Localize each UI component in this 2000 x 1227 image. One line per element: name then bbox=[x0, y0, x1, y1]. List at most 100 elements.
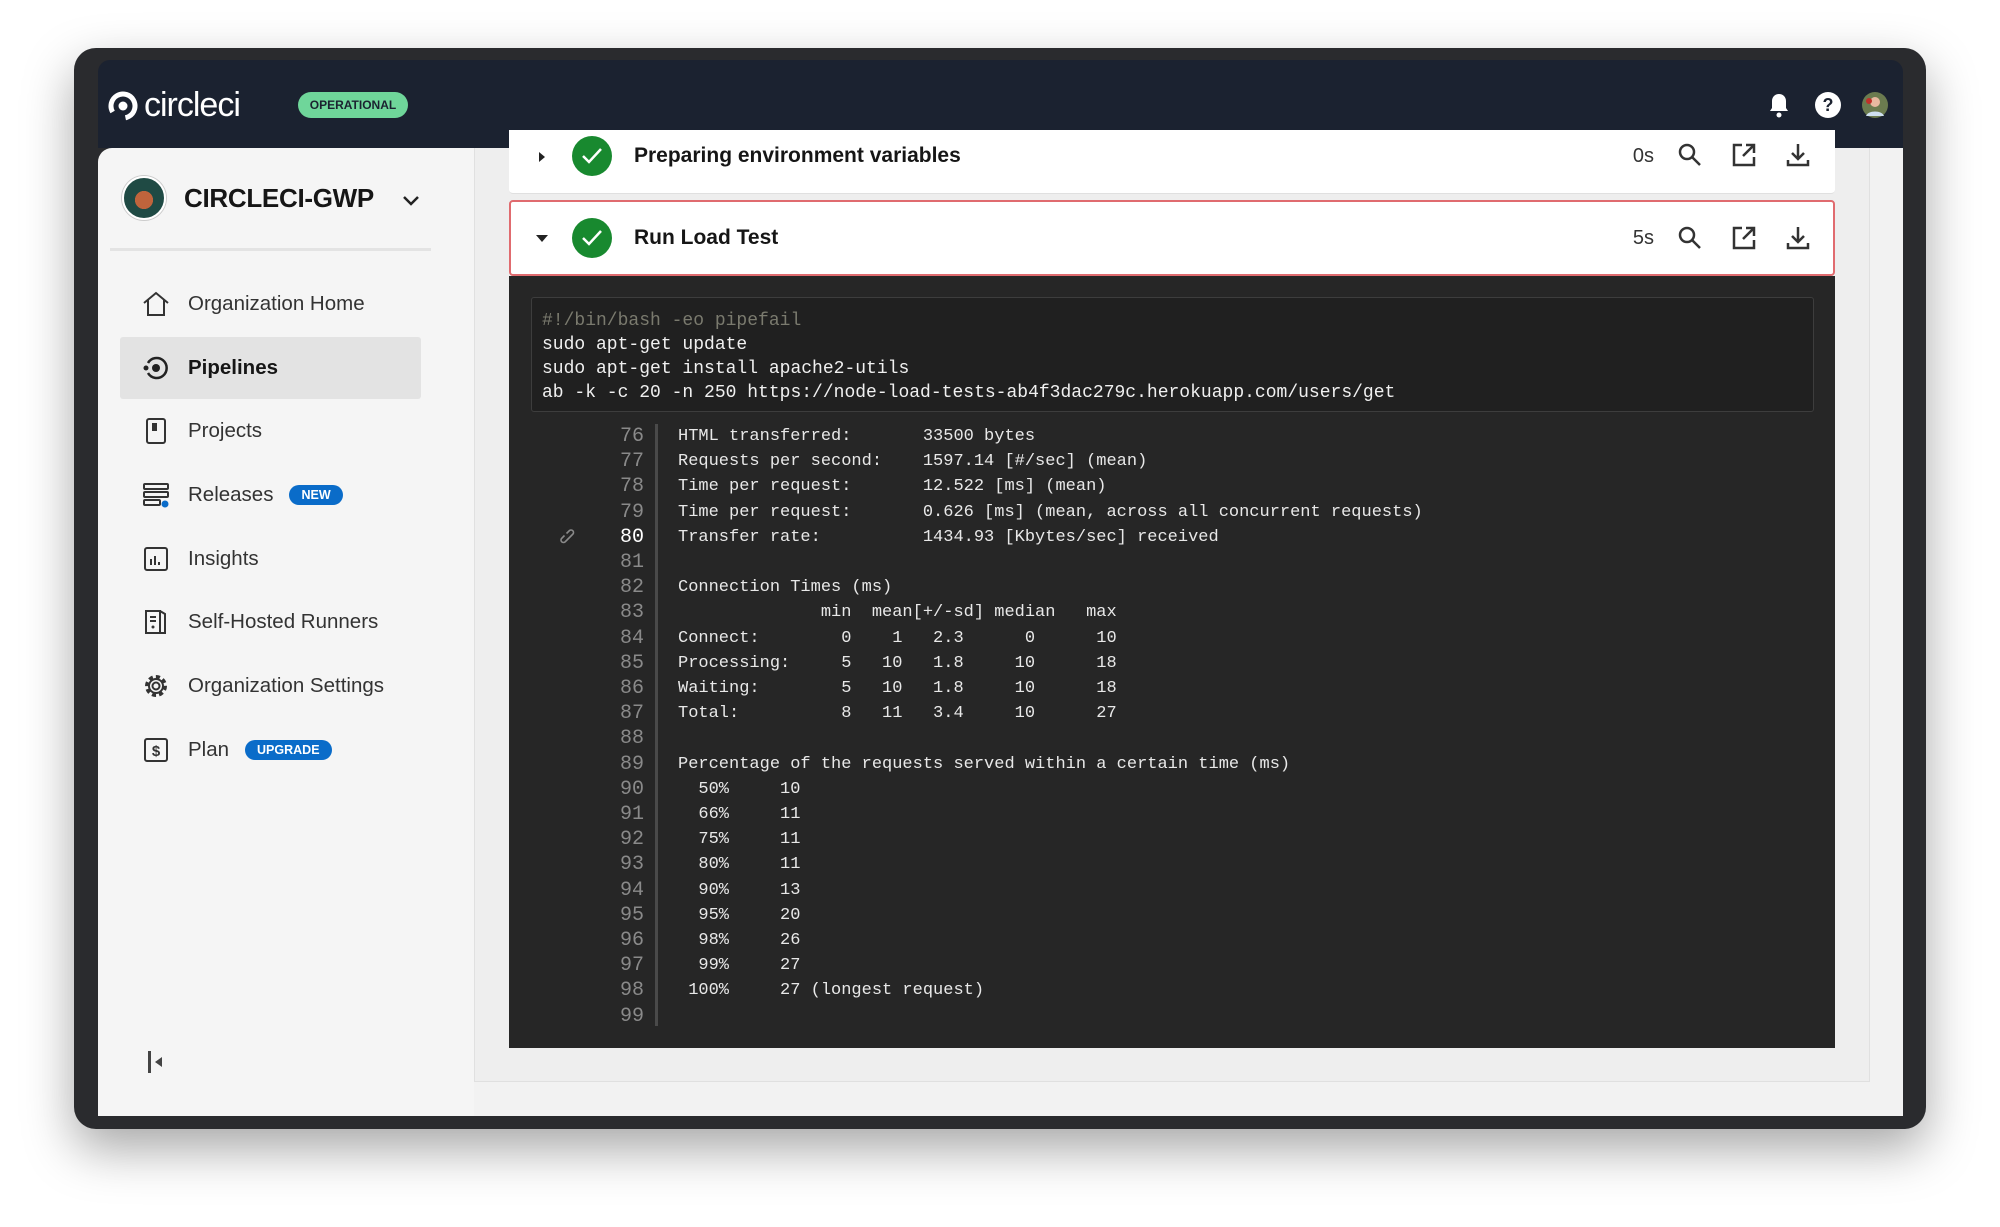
upgrade-badge[interactable]: UPGRADE bbox=[245, 740, 332, 760]
line-number[interactable]: 95 bbox=[560, 903, 644, 928]
line-number[interactable]: 81 bbox=[560, 550, 644, 575]
log-line: 93 80% 11 bbox=[560, 852, 1810, 877]
caret-down-icon[interactable] bbox=[534, 230, 550, 246]
caret-right-icon[interactable] bbox=[534, 149, 550, 165]
org-name: CIRCLECI-GWP bbox=[184, 182, 374, 213]
log-line: 98 100% 27 (longest request) bbox=[560, 978, 1810, 1003]
log-line: 92 75% 11 bbox=[560, 827, 1810, 852]
log-line: 80 Transfer rate: 1434.93 [Kbytes/sec] re… bbox=[560, 525, 1810, 550]
line-number[interactable]: 94 bbox=[560, 878, 644, 903]
sidebar-item-plan[interactable]: $ Plan UPGRADE bbox=[120, 719, 421, 781]
line-number[interactable]: 93 bbox=[560, 852, 644, 877]
sidebar-item-organization-home[interactable]: Organization Home bbox=[120, 273, 421, 335]
sidebar-item-organization-settings[interactable]: Organization Settings bbox=[120, 655, 421, 717]
line-text: Time per request: 12.522 [ms] (mean) bbox=[678, 477, 1107, 497]
line-number[interactable]: 91 bbox=[560, 802, 644, 827]
step-duration: 0s bbox=[1632, 145, 1654, 167]
line-number[interactable]: 87 bbox=[560, 701, 644, 726]
log-line: 84 Connect: 0 1 2.3 0 10 bbox=[560, 626, 1810, 651]
line-number[interactable]: 86 bbox=[560, 676, 644, 701]
log-line: 94 90% 13 bbox=[560, 878, 1810, 903]
line-text: min mean[+/-sd] median max bbox=[678, 603, 1117, 623]
line-number[interactable]: 99 bbox=[560, 1004, 644, 1029]
search-icon[interactable] bbox=[1675, 140, 1705, 170]
pipelines-icon bbox=[138, 350, 174, 386]
line-text: 95% 20 bbox=[678, 905, 801, 925]
line-number[interactable]: 80 bbox=[560, 525, 644, 550]
log-line: 96 98% 26 bbox=[560, 928, 1810, 953]
log-line: 76 HTML transferred: 33500 bytes bbox=[560, 424, 1810, 449]
org-switcher[interactable]: CIRCLECI-GWP bbox=[122, 176, 374, 220]
log-line: 90 50% 10 bbox=[560, 777, 1810, 802]
step-row-run-load-test[interactable]: Run Load Test 5s bbox=[509, 200, 1835, 276]
success-check-icon bbox=[572, 218, 612, 258]
sidebar-item-insights[interactable]: Insights bbox=[120, 528, 421, 590]
log-line: 87 Total: 8 11 3.4 10 27 bbox=[560, 701, 1810, 726]
line-text: Percentage of the requests served within… bbox=[678, 754, 1291, 774]
line-text: Connect: 0 1 2.3 0 10 bbox=[678, 628, 1117, 648]
line-text: 80% 11 bbox=[678, 855, 801, 875]
sidebar-item-label: Organization Home bbox=[188, 292, 365, 315]
log-line: 83 min mean[+/-sd] median max bbox=[560, 600, 1810, 625]
external-link-icon[interactable] bbox=[1729, 223, 1759, 253]
svg-text:?: ? bbox=[1823, 95, 1834, 115]
download-icon[interactable] bbox=[1783, 223, 1813, 253]
search-icon[interactable] bbox=[1675, 223, 1705, 253]
home-icon bbox=[138, 286, 174, 322]
sidebar-item-label: Releases bbox=[188, 483, 274, 506]
line-number[interactable]: 83 bbox=[560, 600, 644, 625]
log-line: 97 99% 27 bbox=[560, 953, 1810, 978]
help-icon[interactable]: ? bbox=[1814, 91, 1842, 119]
line-number[interactable]: 89 bbox=[560, 752, 644, 777]
download-icon[interactable] bbox=[1783, 140, 1813, 170]
line-text: HTML transferred: 33500 bytes bbox=[678, 427, 1036, 446]
command-line: sudo apt-get install apache2-utils bbox=[542, 359, 910, 379]
line-number[interactable]: 77 bbox=[560, 449, 644, 474]
sidebar-item-releases[interactable]: Releases NEW bbox=[120, 464, 421, 526]
log-line: 79 Time per request: 0.626 [ms] (mean, ac… bbox=[560, 500, 1810, 525]
gear-icon bbox=[138, 668, 174, 704]
line-text: Waiting: 5 10 1.8 10 18 bbox=[678, 679, 1117, 698]
user-avatar[interactable] bbox=[1861, 91, 1889, 119]
line-number[interactable]: 76 bbox=[560, 424, 644, 449]
step-duration: 5s bbox=[1632, 227, 1654, 249]
command-block: #!/bin/bash -eo pipefail sudo apt-get upd… bbox=[531, 297, 1814, 412]
line-text: Time per request: 0.626 [ms] (mean, acro… bbox=[678, 502, 1423, 522]
sidebar-item-self-hosted-runners[interactable]: Self-Hosted Runners bbox=[120, 591, 421, 653]
bell-icon[interactable] bbox=[1765, 91, 1793, 119]
command-line: #!/bin/bash -eo pipefail bbox=[542, 311, 802, 331]
log-line: 78 Time per request: 12.522 [ms] (mean) bbox=[560, 474, 1810, 499]
success-check-icon bbox=[572, 136, 612, 176]
line-number[interactable]: 97 bbox=[560, 953, 644, 978]
line-number[interactable]: 84 bbox=[560, 626, 644, 651]
command-line: ab -k -c 20 -n 250 https://node-load-tes… bbox=[542, 383, 1396, 403]
line-number[interactable]: 78 bbox=[560, 474, 644, 499]
status-badge[interactable]: OPERATIONAL bbox=[298, 92, 408, 118]
external-link-icon[interactable] bbox=[1729, 140, 1759, 170]
line-number[interactable]: 90 bbox=[560, 777, 644, 802]
collapse-sidebar-icon[interactable] bbox=[144, 1050, 168, 1074]
circleci-logo[interactable]: circleci bbox=[108, 86, 241, 125]
chevron-down-icon[interactable] bbox=[400, 190, 422, 212]
sidebar-item-label: Plan bbox=[188, 738, 230, 761]
line-text: 90% 13 bbox=[678, 880, 801, 900]
log-line: 99 bbox=[560, 1004, 1810, 1029]
line-number[interactable]: 96 bbox=[560, 928, 644, 953]
line-number[interactable]: 82 bbox=[560, 575, 644, 600]
runners-icon bbox=[138, 604, 174, 640]
line-number[interactable]: 79 bbox=[560, 500, 644, 525]
log-line: 88 bbox=[560, 726, 1810, 751]
step-row-preparing-env[interactable]: Preparing environment variables 0s bbox=[509, 130, 1835, 194]
line-number[interactable]: 98 bbox=[560, 978, 644, 1003]
line-number[interactable]: 92 bbox=[560, 827, 644, 852]
sidebar-item-pipelines[interactable]: Pipelines bbox=[120, 337, 421, 399]
line-number[interactable]: 85 bbox=[560, 651, 644, 676]
new-badge: NEW bbox=[289, 485, 343, 505]
line-text: Requests per second: 1597.14 [#/sec] (me… bbox=[678, 452, 1148, 472]
log-line: 82 Connection Times (ms) bbox=[560, 575, 1810, 600]
line-number[interactable]: 88 bbox=[560, 726, 644, 751]
line-text: 99% 27 bbox=[678, 956, 801, 976]
line-text: Processing: 5 10 1.8 10 18 bbox=[678, 653, 1117, 673]
sidebar-item-projects[interactable]: Projects bbox=[120, 400, 421, 462]
line-text: 98% 26 bbox=[678, 931, 801, 950]
